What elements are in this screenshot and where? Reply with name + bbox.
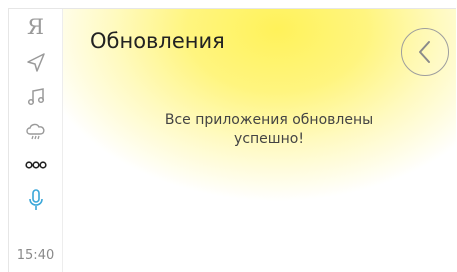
- back-button[interactable]: [401, 28, 449, 76]
- page-title: Обновления: [90, 29, 225, 53]
- yandex-button[interactable]: Я: [9, 10, 62, 44]
- music-button[interactable]: [9, 80, 62, 114]
- yandex-icon: Я: [27, 14, 44, 39]
- chevron-left-icon: [419, 41, 430, 63]
- more-button[interactable]: [9, 148, 62, 182]
- clock: 15:40: [16, 248, 55, 263]
- status-message-line2: успешно!: [234, 131, 304, 147]
- status-message: Все приложения обновлены успешно!: [139, 111, 399, 149]
- music-icon: [27, 88, 44, 106]
- sidebar: Я 15:40: [9, 9, 63, 272]
- screen: Я 15:40 Обновления Все приложения обновл…: [8, 8, 456, 272]
- navigation-button[interactable]: [9, 46, 62, 80]
- voice-button[interactable]: [9, 183, 62, 217]
- weather-button[interactable]: [9, 114, 62, 148]
- navigation-arrow-icon: [26, 53, 45, 72]
- status-message-line1: Все приложения обновлены: [164, 112, 374, 128]
- weather-cloud-icon: [25, 123, 44, 140]
- microphone-icon: [28, 189, 43, 210]
- more-dots-icon: [24, 161, 47, 169]
